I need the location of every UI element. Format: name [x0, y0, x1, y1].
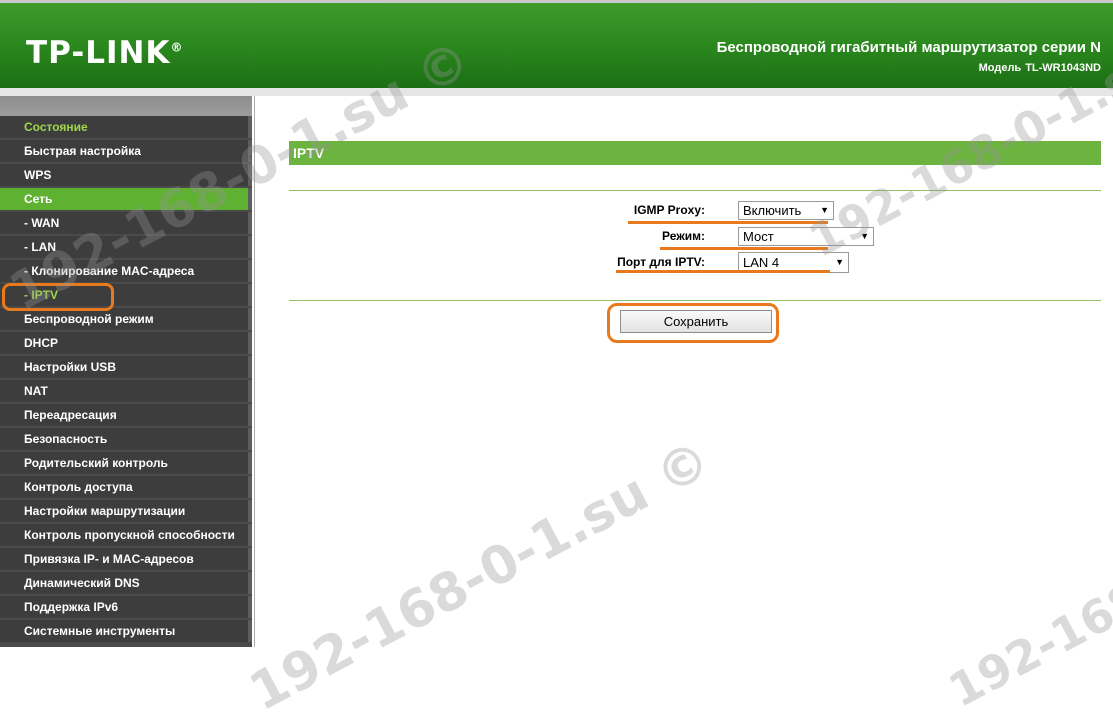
sidebar-item-bandwidth-control[interactable]: Контроль пропускной способности — [0, 524, 252, 546]
header-divider — [0, 88, 1113, 96]
sidebar-item-dhcp[interactable]: DHCP — [0, 332, 252, 354]
mode-underline-annotation — [660, 247, 828, 250]
sidebar-item-usb-settings[interactable]: Настройки USB — [0, 356, 252, 378]
tp-link-logo: TP-LINK® — [26, 35, 184, 71]
sidebar-item-forwarding[interactable]: Переадресация — [0, 404, 252, 426]
sidebar-item-status[interactable]: Состояние — [0, 116, 252, 138]
sidebar-item-ddns[interactable]: Динамический DNS — [0, 572, 252, 594]
sidebar-item-routing[interactable]: Настройки маршрутизации — [0, 500, 252, 522]
igmp-underline-annotation — [628, 221, 828, 224]
mode-label: Режим: — [662, 229, 705, 243]
sidebar-item-system-tools[interactable]: Системные инструменты — [0, 620, 252, 642]
main-content: IPTV IGMP Proxy: Включить ▼ Режим: Мост ▼ … — [254, 96, 1113, 647]
sidebar-item-ip-mac-binding[interactable]: Привязка IP- и MAC-адресов — [0, 548, 252, 570]
iptv-port-label: Порт для IPTV: — [617, 255, 705, 269]
dropdown-arrow-icon: ▼ — [820, 205, 829, 215]
section-title: IPTV — [289, 141, 1101, 165]
mode-select[interactable]: Мост ▼ — [738, 227, 874, 246]
sidebar-item-wan[interactable]: - WAN — [0, 212, 252, 234]
dropdown-arrow-icon: ▼ — [835, 257, 844, 267]
sidebar-item-quick-setup[interactable]: Быстрая настройка — [0, 140, 252, 162]
router-model: Модель TL-WR1043ND — [978, 62, 1101, 74]
sidebar-item-nat[interactable]: NAT — [0, 380, 252, 402]
router-title: Беспроводной гигабитный маршрутизатор се… — [716, 39, 1101, 56]
igmp-proxy-label: IGMP Proxy: — [633, 203, 705, 217]
divider-bottom — [289, 300, 1101, 301]
sidebar-item-wireless[interactable]: Беспроводной режим — [0, 308, 252, 330]
save-button[interactable]: Сохранить — [620, 310, 772, 333]
sidebar-item-network[interactable]: Сеть — [0, 188, 252, 210]
port-underline-annotation — [616, 270, 830, 273]
sidebar-item-mac-clone[interactable]: - Клонирование MAC-адреса — [0, 260, 252, 282]
sidebar-item-security[interactable]: Безопасность — [0, 428, 252, 450]
igmp-proxy-select[interactable]: Включить ▼ — [738, 201, 834, 220]
sidebar-item-ipv6[interactable]: Поддержка IPv6 — [0, 596, 252, 618]
dropdown-arrow-icon: ▼ — [860, 231, 869, 241]
sidebar-item-parental-control[interactable]: Родительский контроль — [0, 452, 252, 474]
sidebar-top-bar — [0, 96, 252, 116]
sidebar-item-wps[interactable]: WPS — [0, 164, 252, 186]
sidebar-item-lan[interactable]: - LAN — [0, 236, 252, 258]
header: TP-LINK® Беспроводной гигабитный маршрут… — [0, 0, 1113, 88]
iptv-highlight-annotation — [2, 283, 114, 311]
divider-top — [289, 190, 1101, 191]
sidebar-item-access-control[interactable]: Контроль доступа — [0, 476, 252, 498]
sidebar: Состояние Быстрая настройка WPS Сеть - W… — [0, 96, 252, 647]
